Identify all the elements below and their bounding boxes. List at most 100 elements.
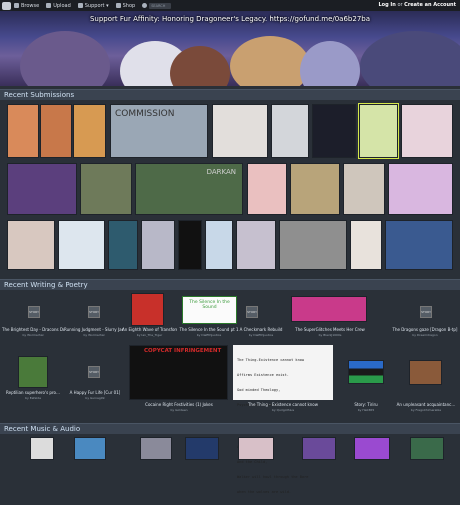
writing-author[interactable]: by DaiEthJustice xyxy=(236,333,286,337)
submission-thumb[interactable] xyxy=(212,104,268,158)
banner-art-shape xyxy=(300,41,360,86)
writing-title[interactable]: Cocaine Right Festivities (1) Jokes xyxy=(129,402,229,407)
writing-author[interactable]: by Wormarhal xyxy=(2,333,64,337)
writing-title[interactable]: Story: Tiriru xyxy=(340,402,392,407)
login-link[interactable]: Log In xyxy=(378,2,395,8)
shop-icon xyxy=(115,3,121,8)
submission-thumb[interactable] xyxy=(247,163,287,215)
submission-thumb[interactable]: DARKAN xyxy=(135,163,243,215)
submission-thumb[interactable] xyxy=(205,220,233,270)
poem-line: Walker will howl through the Bare xyxy=(237,475,309,479)
music-thumb[interactable] xyxy=(74,437,106,460)
section-title: Recent Submissions xyxy=(4,91,75,99)
writing-author[interactable]: by Quirgothius xyxy=(233,408,333,412)
submission-thumb[interactable] xyxy=(7,163,77,215)
submission-thumb[interactable] xyxy=(401,104,453,158)
writing-title[interactable]: A Happy Fur Life [Cur 01] xyxy=(62,390,128,395)
nav-shop[interactable]: Shop xyxy=(115,3,135,9)
writing-title[interactable]: The SuperGlitches Meets Her Crew xyxy=(291,327,369,332)
auth-links: Log In or Create an Account xyxy=(378,2,456,8)
poem-line: And the Child, xyxy=(237,460,268,464)
story-placeholder-icon[interactable]: STORY xyxy=(88,306,100,318)
submission-thumb[interactable] xyxy=(279,220,347,270)
search-input[interactable]: SEARCH xyxy=(149,2,172,9)
writing-thumb-text: COPYCAT INFRINGEMENT xyxy=(144,348,222,354)
writing-title[interactable]: The Dragons gaze [Dragon B-tp] xyxy=(392,327,458,332)
site-banner[interactable]: Support Fur Affinity: Honoring Dragoneer… xyxy=(0,11,460,86)
writing-author[interactable]: by Ian_The_Tiger xyxy=(122,333,177,337)
music-thumb[interactable] xyxy=(302,437,336,460)
create-account-link[interactable]: Create an Account xyxy=(404,2,456,8)
site-logo-icon[interactable] xyxy=(2,1,11,10)
story-placeholder-icon[interactable]: STORY xyxy=(88,366,100,378)
writing-title[interactable]: The Silence In the Sound pt 1 xyxy=(178,327,240,332)
writing-author[interactable]: by FregoChimerable xyxy=(394,408,458,412)
writing-title[interactable]: An Eighth Wave of Transformation (Chapte… xyxy=(122,327,177,332)
nav-support[interactable]: Support ▾ xyxy=(77,3,109,9)
submission-overlay-text: DARKAN xyxy=(206,168,236,176)
writing-author[interactable]: by Guinag09 xyxy=(62,396,128,400)
submission-thumb[interactable] xyxy=(58,220,105,270)
poem-line xyxy=(237,418,329,420)
writing-title[interactable]: The Brightest Day - Dracons Dominion P1 xyxy=(2,327,64,332)
music-thumb[interactable] xyxy=(185,437,219,460)
nav-browse[interactable]: Browse xyxy=(14,3,39,9)
writing-title[interactable]: Reptilian superhero's pro… xyxy=(0,390,66,395)
writing-thumb[interactable] xyxy=(291,296,367,322)
poem-preview[interactable]: The Thing-Existence cannot know Affirms … xyxy=(233,345,333,494)
writing-title[interactable]: A Checkmark Rebuild xyxy=(236,327,286,332)
upload-icon xyxy=(46,3,52,8)
submission-thumb[interactable] xyxy=(343,163,385,215)
submission-thumb[interactable] xyxy=(350,220,382,270)
submission-thumb[interactable] xyxy=(358,103,399,159)
writing-author[interactable]: by BlackJ1000s xyxy=(291,333,369,337)
writing-thumb[interactable]: The Silence In the Sound xyxy=(182,296,237,324)
story-placeholder-icon[interactable]: STORY xyxy=(28,306,40,318)
writing-title[interactable]: Running Judgment - Slurry Jackal xyxy=(64,327,124,332)
writing-author[interactable]: by Wormarhal xyxy=(64,333,124,337)
writing-author[interactable]: by Ha03R5 xyxy=(340,408,392,412)
submission-thumb[interactable] xyxy=(271,104,309,158)
section-header-recent-writing[interactable]: Recent Writing & Poetry xyxy=(0,279,460,290)
writing-author[interactable]: by DaiEthJustice xyxy=(178,333,240,337)
writing-author[interactable]: by Dreamdragon xyxy=(392,333,458,337)
writing-thumb[interactable]: COPYCAT INFRINGEMENT xyxy=(129,345,228,400)
writing-title[interactable]: The Thing - Existence cannot know xyxy=(233,402,333,407)
submission-thumb[interactable] xyxy=(388,163,453,215)
search-icon[interactable] xyxy=(142,3,148,8)
submission-thumb[interactable] xyxy=(178,220,202,270)
submission-thumb[interactable] xyxy=(385,220,453,270)
submission-thumb[interactable] xyxy=(7,220,55,270)
submission-thumb[interactable] xyxy=(236,220,276,270)
submission-thumb[interactable] xyxy=(290,163,340,215)
writing-title[interactable]: An unpleasant acquaintanc… xyxy=(394,402,458,407)
section-header-recent-submissions[interactable]: Recent Submissions xyxy=(0,89,460,100)
poem-line: God minded Theology, xyxy=(237,388,281,392)
section-header-recent-music[interactable]: Recent Music & Audio xyxy=(0,423,460,434)
writing-thumb[interactable] xyxy=(409,360,442,385)
banner-art-shape xyxy=(20,31,110,86)
music-thumb[interactable] xyxy=(410,437,444,460)
story-placeholder-icon[interactable]: STORY xyxy=(420,306,432,318)
music-thumb[interactable] xyxy=(354,437,390,460)
banner-art-shape xyxy=(360,31,460,86)
music-thumb[interactable] xyxy=(140,437,172,460)
submission-thumb[interactable] xyxy=(312,104,356,158)
writing-thumb[interactable] xyxy=(131,293,164,326)
music-thumb[interactable] xyxy=(30,437,54,460)
writing-thumb[interactable] xyxy=(18,356,48,388)
submission-thumb[interactable] xyxy=(73,104,106,158)
writing-author[interactable]: by Goldeen xyxy=(129,408,229,412)
writing-author[interactable]: by Eefelda xyxy=(0,396,66,400)
submission-thumb[interactable]: COMMISSION xyxy=(110,104,208,158)
submission-thumb[interactable] xyxy=(80,163,132,215)
story-placeholder-icon[interactable]: STORY xyxy=(246,306,258,318)
nav-upload[interactable]: Upload xyxy=(46,3,71,9)
writing-thumb[interactable] xyxy=(348,360,384,384)
music-thumb[interactable] xyxy=(238,437,274,460)
banner-title[interactable]: Support Fur Affinity: Honoring Dragoneer… xyxy=(0,15,460,23)
submission-thumb[interactable] xyxy=(7,104,39,158)
submission-thumb[interactable] xyxy=(40,104,72,158)
submission-thumb[interactable] xyxy=(141,220,175,270)
submission-thumb[interactable] xyxy=(108,220,138,270)
